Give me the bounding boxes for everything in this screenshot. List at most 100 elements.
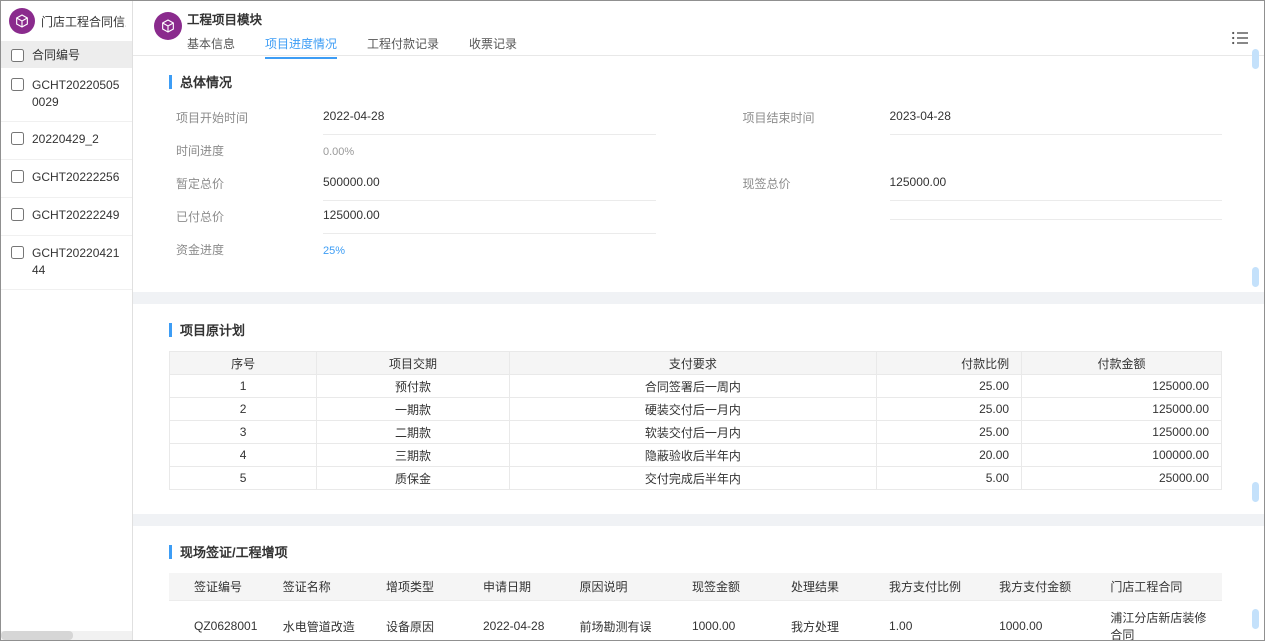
- scroll-indicator[interactable]: [1252, 482, 1259, 502]
- contract-number: GCHT2022042144: [32, 245, 120, 278]
- cell: 质保金: [316, 466, 510, 490]
- field-signed-total: 现签总价 125000.00: [736, 169, 1222, 202]
- field-label: 暂定总价: [176, 177, 225, 191]
- field-label: 资金进度: [176, 243, 225, 257]
- section-title-overall: 总体情况: [169, 72, 1222, 91]
- table-row: QZ0628001 水电管道改造 设备原因 2022-04-28 前场勘测有误 …: [169, 600, 1222, 640]
- tab-payment-records[interactable]: 工程付款记录: [367, 35, 439, 59]
- row-checkbox[interactable]: [11, 131, 24, 145]
- cell: 2022-04-28: [472, 600, 570, 640]
- contract-number: GCHT20222256: [32, 169, 120, 184]
- cell: 浦江分店新店装修合同: [1100, 600, 1222, 640]
- field-time-progress: 时间进度 0.00%: [169, 136, 656, 169]
- cell: QZ0628001: [169, 600, 273, 640]
- column-header: 项目交期: [316, 351, 510, 375]
- tab-receipt-records[interactable]: 收票记录: [469, 35, 517, 59]
- row-checkbox[interactable]: [11, 169, 24, 183]
- empty-field: [736, 136, 1223, 169]
- plan-section: 项目原计划 序号 项目交期 支付要求 付款比例 付款金额 1 预付款 合同签署后…: [133, 304, 1264, 514]
- cell: 1000.00: [681, 600, 781, 640]
- select-all-checkbox[interactable]: [11, 48, 24, 62]
- column-header: 申请日期: [472, 573, 570, 601]
- cell: 1000.00: [989, 600, 1101, 640]
- field-value: 2023-04-28: [889, 103, 1222, 135]
- field-tentative-total: 暂定总价 500000.00: [169, 169, 656, 202]
- cell: 隐蔽验收后半年内: [508, 443, 877, 467]
- scroll-indicator[interactable]: [1252, 609, 1259, 629]
- cell: 一期款: [316, 397, 510, 421]
- cell: 125000.00: [1021, 420, 1222, 444]
- cell: 5: [168, 466, 318, 490]
- cell: 交付完成后半年内: [508, 466, 877, 490]
- table-row: 2 一期款 硬装交付后一月内 25.00 125000.00: [168, 397, 1222, 421]
- cell: 三期款: [316, 443, 510, 467]
- visa-section: 现场签证/工程增项 签证编号 签证名称 增项类型 申请日期 原因说明 现签金额 …: [133, 526, 1264, 640]
- field-value: 25%: [323, 235, 656, 268]
- contract-list-item[interactable]: GCHT2022042144: [1, 236, 132, 290]
- section-bar: [169, 544, 172, 559]
- column-header: 签证编号: [169, 573, 273, 601]
- section-bar: [169, 74, 172, 89]
- field-value: 125000.00: [323, 202, 656, 234]
- contract-list-header: 合同编号: [1, 41, 132, 68]
- column-header: 签证名称: [272, 573, 376, 601]
- field-value: 500000.00: [323, 169, 656, 201]
- cell: 5.00: [875, 466, 1023, 490]
- column-header: 支付要求: [508, 351, 877, 375]
- tab-basic-info[interactable]: 基本信息: [187, 35, 235, 59]
- column-header: 原因说明: [569, 573, 682, 601]
- cell: 1: [168, 374, 318, 398]
- section-title-text: 项目原计划: [180, 323, 246, 338]
- row-checkbox[interactable]: [11, 207, 24, 221]
- contract-list-item[interactable]: 20220429_2: [1, 122, 132, 160]
- cell: 二期款: [316, 420, 510, 444]
- column-header: 序号: [168, 351, 318, 375]
- scrollbar-thumb[interactable]: [1, 631, 74, 640]
- field-value: 2022-04-28: [323, 103, 656, 135]
- contract-column-header: 合同编号: [32, 48, 81, 62]
- section-title-visa: 现场签证/工程增项: [169, 542, 1222, 561]
- cell: 3: [168, 420, 318, 444]
- cell: 1.00: [879, 600, 990, 640]
- section-bar: [169, 322, 172, 337]
- column-header: 我方支付金额: [989, 573, 1101, 601]
- app-logo-icon: [9, 8, 35, 34]
- field-value: 125000.00: [889, 169, 1222, 201]
- time-progress-text: 0.00%: [323, 146, 355, 158]
- page-title: 工程项目模块: [187, 13, 263, 27]
- contract-list-item[interactable]: GCHT20222256: [1, 160, 132, 198]
- sidebar: 门店工程合同信息 合同编号 GCHT202205050029 20220429_…: [1, 1, 133, 640]
- cell: 设备原因: [375, 600, 473, 640]
- visa-table: 签证编号 签证名称 增项类型 申请日期 原因说明 现签金额 处理结果 我方支付比…: [169, 573, 1222, 640]
- contract-list: GCHT202205050029 20220429_2 GCHT20222256…: [1, 68, 132, 640]
- cell: 125000.00: [1021, 397, 1222, 421]
- sidebar-horizontal-scrollbar[interactable]: [1, 631, 132, 640]
- field-label: 现签总价: [742, 177, 791, 191]
- overall-form: 项目开始时间 2022-04-28 项目结束时间 2023-04-28 时间进度…: [169, 103, 1222, 268]
- row-checkbox[interactable]: [11, 245, 24, 259]
- contract-number: GCHT202205050029: [32, 78, 120, 110]
- field-start-date: 项目开始时间 2022-04-28: [169, 103, 656, 136]
- contract-list-item[interactable]: GCHT202205050029: [1, 68, 132, 122]
- cell: 软装交付后一月内: [508, 420, 877, 444]
- cell: 100000.00: [1021, 443, 1222, 467]
- cell: 125000.00: [1021, 374, 1222, 398]
- field-paid-total: 已付总价 125000.00: [169, 202, 656, 235]
- contract-list-item[interactable]: GCHT20222249: [1, 198, 132, 236]
- tab-project-progress[interactable]: 项目进度情况: [265, 35, 338, 59]
- table-row: 4 三期款 隐蔽验收后半年内 20.00 100000.00: [168, 443, 1222, 467]
- cell: 4: [168, 443, 318, 467]
- app-window: 门店工程合同信息 合同编号 GCHT202205050029 20220429_…: [0, 0, 1265, 641]
- empty-field: [736, 235, 1223, 268]
- section-title-text: 总体情况: [180, 75, 233, 90]
- cell: 25000.00: [1021, 466, 1222, 490]
- cell: 我方处理: [780, 600, 880, 640]
- row-checkbox[interactable]: [11, 78, 24, 91]
- field-end-date: 项目结束时间 2023-04-28: [736, 103, 1222, 136]
- scroll-indicator[interactable]: [1252, 49, 1259, 69]
- module-header: 工程项目模块 基本信息 项目进度情况 工程付款记录 收票记录: [133, 1, 1264, 59]
- table-row: 3 二期款 软装交付后一月内 25.00 125000.00: [168, 420, 1222, 444]
- list-menu-icon[interactable]: [1232, 31, 1248, 48]
- tab-bar: 基本信息 项目进度情况 工程付款记录 收票记录: [187, 35, 1264, 59]
- scroll-indicator[interactable]: [1252, 267, 1259, 287]
